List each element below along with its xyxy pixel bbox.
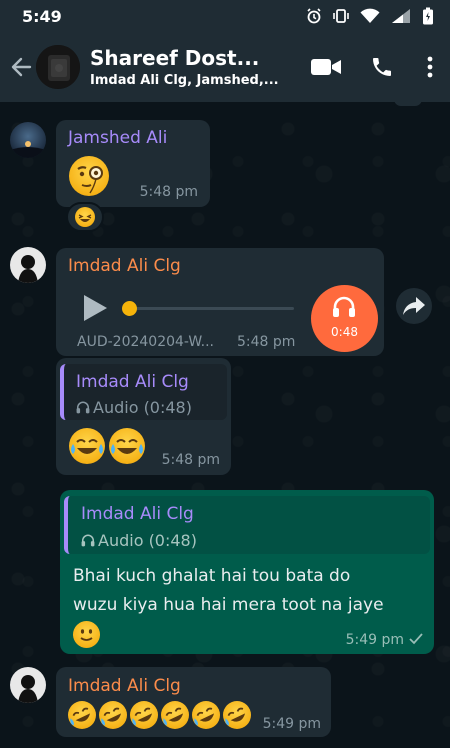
forward-icon	[403, 297, 425, 315]
reaction-chip[interactable]	[66, 202, 104, 232]
rofl-emoji	[161, 701, 189, 729]
emoji-message-bubble[interactable]: Imdad Ali Clg 5:49 pm	[56, 667, 331, 737]
back-button[interactable]	[6, 47, 36, 87]
chat-messages[interactable]: Jamshed Ali 5:48 pm Imdad Ali Clg AUD-20…	[0, 102, 450, 748]
sender-name: Imdad Ali Clg	[68, 676, 181, 696]
sender-name: Jamshed Ali	[68, 128, 168, 148]
alarm-icon	[307, 8, 321, 24]
phone-icon	[373, 58, 391, 76]
message-time: 5:48 pm	[237, 334, 296, 350]
group-name: Shareef Dost...	[90, 46, 260, 70]
video-call-button[interactable]	[298, 43, 354, 91]
avatar-imdad[interactable]	[10, 247, 46, 283]
video-camera-icon	[311, 59, 341, 75]
message-text-line2: wuzu kiya hua hai mera toot na jaye	[73, 595, 384, 615]
avatar-jamshed[interactable]	[10, 122, 46, 158]
sender-name: Imdad Ali Clg	[68, 256, 181, 276]
monocle-face-emoji	[69, 156, 109, 196]
audio-duration: 0:48	[331, 325, 358, 339]
audio-thumbnail: 0:48	[311, 285, 378, 352]
quote-text: Audio (0:48)	[98, 531, 197, 550]
headphones-icon	[81, 534, 95, 547]
quoted-message[interactable]: Imdad Ali Clg Audio (0:48)	[64, 496, 430, 554]
rofl-emoji	[68, 701, 96, 729]
rofl-emoji	[223, 701, 251, 729]
message-bubble-jamshed[interactable]: Jamshed Ali 5:48 pm	[56, 120, 210, 207]
vibrate-icon	[333, 9, 349, 23]
status-bar: 5:49	[0, 0, 450, 32]
partial-reaction-chip[interactable]	[392, 102, 424, 108]
group-avatar[interactable]	[36, 45, 80, 89]
play-icon	[84, 295, 107, 321]
signal-icon	[392, 9, 410, 23]
seek-thumb[interactable]	[122, 301, 137, 316]
avatar-imdad[interactable]	[10, 667, 46, 703]
chat-title-area[interactable]: Shareef Dost... Imdad Ali Clg, Jamshed,.…	[90, 46, 290, 88]
quote-sender: Imdad Ali Clg	[76, 372, 189, 392]
battery-icon	[423, 7, 433, 25]
message-time: 5:48 pm	[161, 452, 220, 468]
status-time: 5:49	[22, 6, 62, 26]
voice-call-button[interactable]	[354, 43, 410, 91]
tears-of-joy-emoji	[69, 428, 105, 464]
avatar-jamshed-image	[10, 122, 46, 158]
slightly-smiling-emoji	[73, 621, 100, 648]
group-members: Imdad Ali Clg, Jamshed,...	[90, 73, 279, 88]
message-time: 5:49 pm	[262, 716, 321, 732]
outgoing-message-bubble[interactable]: Imdad Ali Clg Audio (0:48) Bhai kuch gha…	[60, 490, 434, 654]
quoted-message[interactable]: Imdad Ali Clg Audio (0:48)	[60, 364, 227, 420]
chat-header: Shareef Dost... Imdad Ali Clg, Jamshed,.…	[0, 32, 450, 102]
headphones-icon	[76, 401, 90, 414]
tears-of-joy-emoji	[109, 428, 145, 464]
avatar-imdad-image	[10, 247, 46, 283]
forward-button[interactable]	[396, 288, 432, 324]
wifi-icon	[360, 8, 380, 23]
audio-filename: AUD-20240204-W...	[77, 334, 214, 350]
arrow-back-icon	[11, 57, 32, 77]
emoji-row	[68, 701, 251, 729]
quote-text: Audio (0:48)	[93, 398, 192, 417]
laughing-emoji	[75, 207, 95, 227]
message-time: 5:49 pm	[345, 632, 404, 648]
more-options-button[interactable]	[410, 43, 450, 91]
message-time: 5:48 pm	[139, 184, 198, 200]
rofl-emoji	[99, 701, 127, 729]
audio-seekbar[interactable]	[122, 301, 294, 316]
group-avatar-image	[36, 45, 80, 89]
audio-message-bubble[interactable]: Imdad Ali Clg AUD-20240204-W... 5:48 pm …	[56, 248, 384, 356]
rofl-emoji	[192, 701, 220, 729]
quote-sender: Imdad Ali Clg	[81, 504, 194, 524]
message-text-line1: Bhai kuch ghalat hai tou bata do	[73, 566, 351, 586]
avatar-imdad-image	[10, 667, 46, 703]
headphones-icon	[333, 296, 355, 317]
more-vertical-icon	[427, 56, 433, 78]
rofl-emoji	[130, 701, 158, 729]
play-button[interactable]	[82, 294, 108, 326]
sent-check-icon	[409, 633, 423, 645]
reply-message-bubble[interactable]: Imdad Ali Clg Audio (0:48) 5:48 pm	[56, 358, 231, 475]
